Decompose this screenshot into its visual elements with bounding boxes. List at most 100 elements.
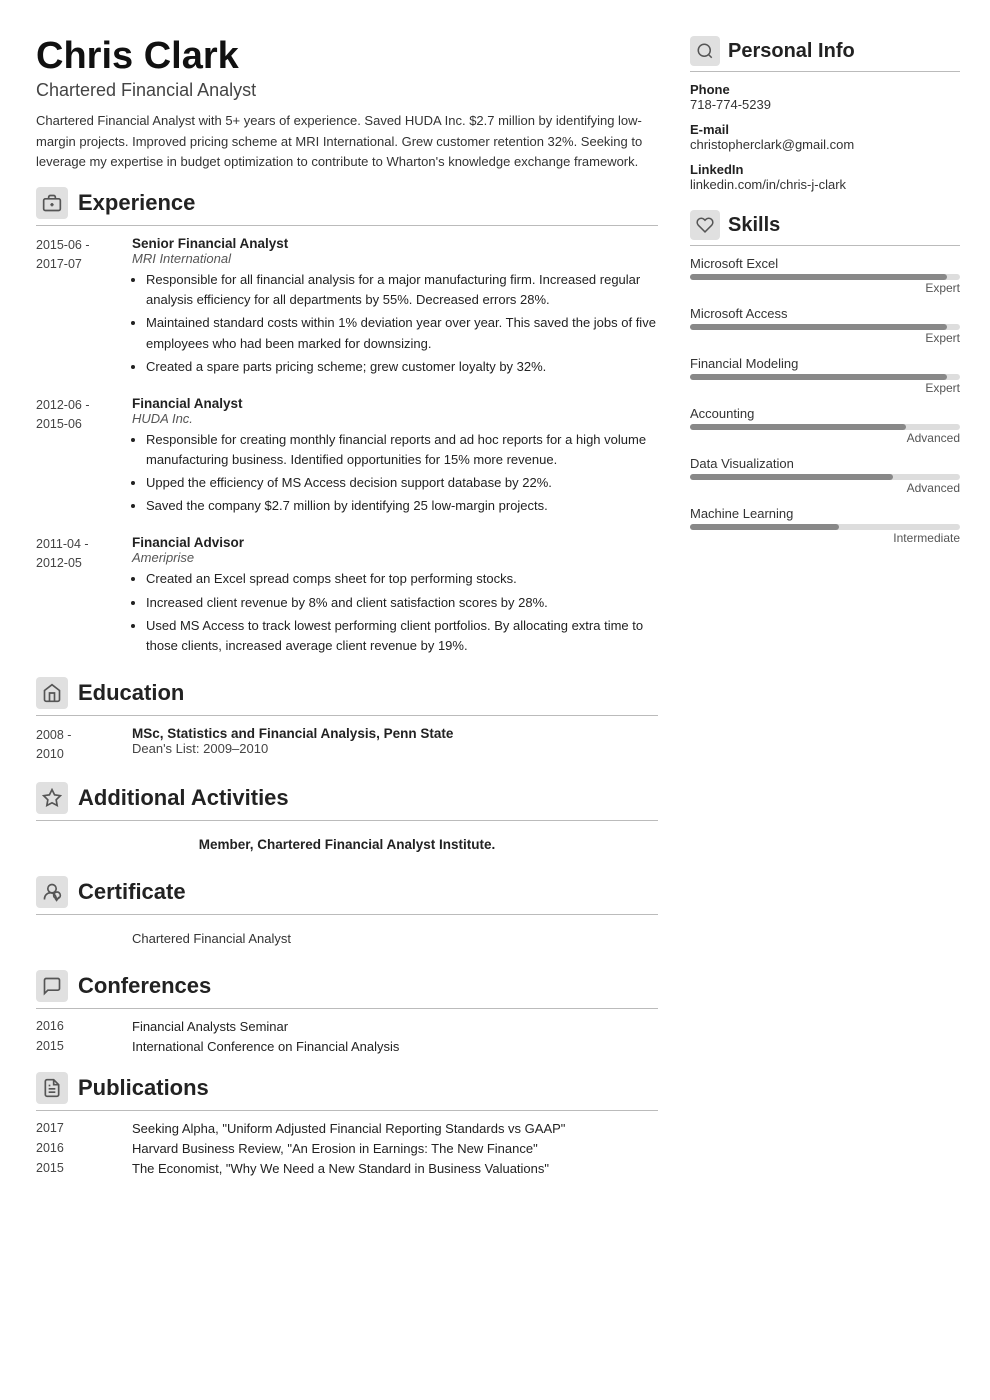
skill-bar-bg xyxy=(690,324,960,330)
skill-level: Advanced xyxy=(690,481,960,495)
certificate-header: Certificate xyxy=(36,876,658,915)
personal-info-title: Personal Info xyxy=(728,40,855,63)
resume-header: Chris Clark Chartered Financial Analyst … xyxy=(36,36,658,173)
exp-content: Financial AnalystHUDA Inc.Responsible fo… xyxy=(132,396,658,520)
skill-bar-bg xyxy=(690,274,960,280)
skill-name: Accounting xyxy=(690,406,960,421)
publications-title: Publications xyxy=(78,1075,209,1101)
exp-bullet: Used MS Access to track lowest performin… xyxy=(146,616,658,656)
education-header: Education xyxy=(36,677,658,716)
publication-text: The Economist, "Why We Need a New Standa… xyxy=(132,1161,658,1176)
email-value: christopherclark@gmail.com xyxy=(690,137,960,152)
certificate-text: Chartered Financial Analyst xyxy=(36,925,658,952)
exp-bullets: Responsible for creating monthly financi… xyxy=(132,430,658,517)
certificate-icon xyxy=(36,876,68,908)
conferences-icon xyxy=(36,970,68,1002)
experience-icon xyxy=(36,187,68,219)
skill-name: Microsoft Excel xyxy=(690,256,960,271)
conference-item: 2015International Conference on Financia… xyxy=(36,1039,658,1054)
skill-bar-bg xyxy=(690,474,960,480)
exp-job-title: Senior Financial Analyst xyxy=(132,236,658,251)
skill-name: Microsoft Access xyxy=(690,306,960,321)
conference-year: 2015 xyxy=(36,1039,116,1054)
personal-info-header: Personal Info xyxy=(690,36,960,72)
edu-dates: 2008 -2010 xyxy=(36,726,116,764)
skill-bar-bg xyxy=(690,424,960,430)
activities-section: Additional Activities Member, Chartered … xyxy=(36,782,658,858)
skill-bar-fill xyxy=(690,324,947,330)
resume-page: Chris Clark Chartered Financial Analyst … xyxy=(0,0,990,1230)
linkedin-item: LinkedIn linkedin.com/in/chris-j-clark xyxy=(690,162,960,192)
publication-year: 2017 xyxy=(36,1121,116,1136)
publication-item: 2016 Harvard Business Review, "An Erosion… xyxy=(36,1141,658,1156)
skill-item: Microsoft Access Expert xyxy=(690,306,960,345)
candidate-summary: Chartered Financial Analyst with 5+ year… xyxy=(36,111,658,173)
skill-name: Machine Learning xyxy=(690,506,960,521)
exp-dates: 2011-04 -2012-05 xyxy=(36,535,116,659)
exp-job-title: Financial Advisor xyxy=(132,535,658,550)
activities-header: Additional Activities xyxy=(36,782,658,821)
education-section: Education 2008 -2010MSc, Statistics and … xyxy=(36,677,658,764)
publication-item: 2017Seeking Alpha, "Uniform Adjusted Fin… xyxy=(36,1121,658,1136)
skill-item: Microsoft ExcelExpert xyxy=(690,256,960,295)
skills-section: Skills Microsoft ExcelExpertMicrosoft Ac… xyxy=(690,210,960,545)
conferences-section: Conferences 2016 Financial Analysts Semin… xyxy=(36,970,658,1054)
conferences-title: Conferences xyxy=(78,973,211,999)
publication-year: 2016 xyxy=(36,1141,116,1156)
certificate-title: Certificate xyxy=(78,879,186,905)
skill-bar-bg xyxy=(690,524,960,530)
skill-bar-fill xyxy=(690,424,906,430)
skill-level: Expert xyxy=(690,331,960,345)
conference-year: 2016 xyxy=(36,1019,116,1034)
publications-icon xyxy=(36,1072,68,1104)
skill-level: Expert xyxy=(690,381,960,395)
exp-bullet: Upped the efficiency of MS Access decisi… xyxy=(146,473,658,493)
phone-label: Phone xyxy=(690,82,960,97)
publications-section: Publications 2017Seeking Alpha, "Uniform… xyxy=(36,1072,658,1176)
experience-title: Experience xyxy=(78,190,195,216)
skill-item: Financial Modeling Expert xyxy=(690,356,960,395)
activities-title: Additional Activities xyxy=(78,785,289,811)
exp-bullet: Maintained standard costs within 1% devi… xyxy=(146,313,658,353)
exp-bullets: Created an Excel spread comps sheet for … xyxy=(132,569,658,656)
exp-bullets: Responsible for all financial analysis f… xyxy=(132,270,658,377)
personal-info-section: Personal Info Phone 718-774-5239 E-mail … xyxy=(690,36,960,192)
personal-info-icon xyxy=(690,36,720,66)
activity-text: Member, Chartered Financial Analyst Inst… xyxy=(36,831,658,858)
exp-bullet: Responsible for creating monthly financi… xyxy=(146,430,658,470)
phone-value: 718-774-5239 xyxy=(690,97,960,112)
exp-bullet: Created a spare parts pricing scheme; gr… xyxy=(146,357,658,377)
exp-job-title: Financial Analyst xyxy=(132,396,658,411)
right-column: Personal Info Phone 718-774-5239 E-mail … xyxy=(690,36,960,1194)
skill-level: Intermediate xyxy=(690,531,960,545)
publication-year: 2015 xyxy=(36,1161,116,1176)
conferences-header: Conferences xyxy=(36,970,658,1009)
experience-header: Experience xyxy=(36,187,658,226)
publications-header: Publications xyxy=(36,1072,658,1111)
skills-title: Skills xyxy=(728,214,780,237)
conferences-list: 2016 Financial Analysts Seminar 2015Intern… xyxy=(36,1019,658,1054)
skills-list: Microsoft ExcelExpertMicrosoft AccessExp… xyxy=(690,256,960,545)
education-icon xyxy=(36,677,68,709)
skill-name: Data Visualization xyxy=(690,456,960,471)
publication-text: Harvard Business Review, "An Erosion in … xyxy=(132,1141,658,1156)
experience-item: 2011-04 -2012-05Financial AdvisorAmeripr… xyxy=(36,535,658,659)
skill-bar-bg xyxy=(690,374,960,380)
skill-item: Data Visualization Advanced xyxy=(690,456,960,495)
exp-company: MRI International xyxy=(132,251,658,266)
skill-name: Financial Modeling xyxy=(690,356,960,371)
linkedin-label: LinkedIn xyxy=(690,162,960,177)
skill-item: Machine Learning Intermediate xyxy=(690,506,960,545)
phone-item: Phone 718-774-5239 xyxy=(690,82,960,112)
conference-name: Financial Analysts Seminar xyxy=(132,1019,658,1034)
certificate-section: Certificate Chartered Financial Analyst xyxy=(36,876,658,952)
education-list: 2008 -2010MSc, Statistics and Financial … xyxy=(36,726,658,764)
exp-bullet: Saved the company $2.7 million by identi… xyxy=(146,496,658,516)
exp-bullet: Created an Excel spread comps sheet for … xyxy=(146,569,658,589)
edu-note: Dean's List: 2009–2010 xyxy=(132,741,658,756)
skill-item: AccountingAdvanced xyxy=(690,406,960,445)
skill-bar-fill xyxy=(690,474,893,480)
experience-item: 2012-06 -2015-06Financial AnalystHUDA In… xyxy=(36,396,658,520)
exp-content: Financial AdvisorAmeripriseCreated an Ex… xyxy=(132,535,658,659)
skill-bar-fill xyxy=(690,374,947,380)
